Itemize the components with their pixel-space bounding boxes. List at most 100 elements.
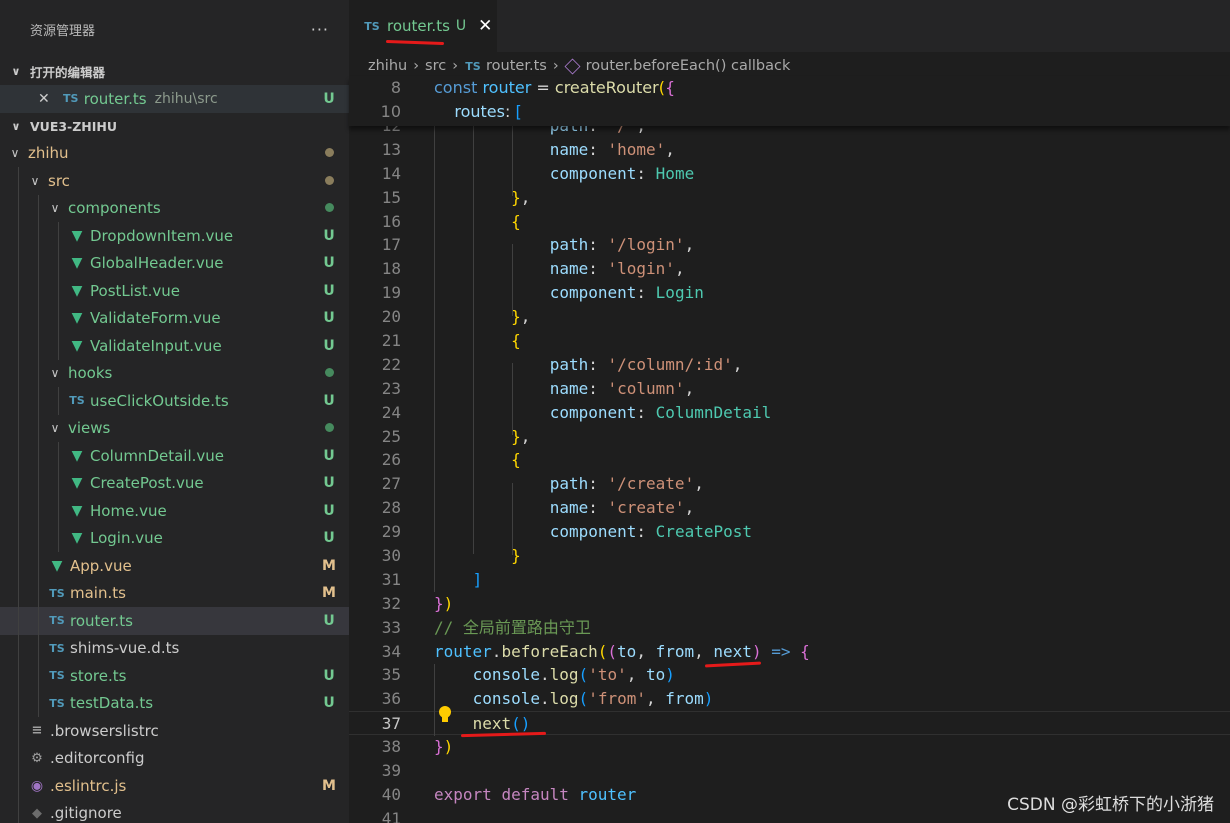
code-line[interactable]: 27 path: '/create', [349,472,1230,496]
file-item[interactable]: ≡ .browserslistrc [0,717,349,745]
code-line[interactable]: 21 { [349,329,1230,353]
project-label: VUE3-ZHIHU [30,118,118,134]
folder-item[interactable]: ∨ src [0,167,349,195]
git-status: U [323,392,335,409]
file-item[interactable]: ▼ ValidateInput.vue U [0,332,349,360]
breadcrumb-item[interactable]: zhihu [368,58,407,74]
line-number: 29 [381,522,401,542]
file-item[interactable]: TS shims-vue.d.ts [0,634,349,662]
code-line[interactable]: 33 // 全局前置路由守卫 [349,616,1230,640]
breadcrumb-item[interactable]: src [425,58,446,74]
indent-guide [38,469,39,497]
code-line[interactable]: 32}) [349,592,1230,616]
file-item[interactable]: ▼ PostList.vue U [0,277,349,305]
code-editor[interactable]: 12 path: '/',13 name: 'home',14 componen… [349,76,1230,823]
git-status: U [323,612,335,629]
indent-guide [18,717,19,745]
git-status: M [322,585,336,602]
indent-guide [18,744,19,772]
sticky-scroll[interactable]: 8 const router = createRouter({10 routes:… [349,76,1230,126]
file-item[interactable]: ▼ CreatePost.vue U [0,469,349,497]
sticky-line[interactable]: 8 const router = createRouter({ [349,76,1230,100]
code-line[interactable]: 14 component: Home [349,162,1230,186]
code-line[interactable]: 15 }, [349,186,1230,210]
open-editors-section[interactable]: ∨ 打开的编辑器 [0,58,349,85]
file-name: hooks [68,364,113,383]
code-text: component: ColumnDetail [549,402,772,422]
file-item[interactable]: ▼ Login.vue U [0,524,349,552]
file-item[interactable]: ▼ ColumnDetail.vue U [0,442,349,470]
git-status: U [323,667,335,684]
file-item[interactable]: ▼ GlobalHeader.vue U [0,249,349,277]
code-line[interactable]: 34 router.beforeEach((to, from, next) => … [349,640,1230,664]
indent-guide [473,76,474,554]
code-line[interactable]: 28 name: 'create', [349,496,1230,520]
sticky-line[interactable]: 10 routes: [ [349,100,1230,124]
file-item[interactable]: ⚙ .editorconfig [0,744,349,772]
code-line[interactable]: 18 name: 'login', [349,257,1230,281]
file-item[interactable]: ▼ App.vue M [0,552,349,580]
code-line[interactable]: 17 path: '/login', [349,233,1230,257]
breadcrumb-symbol[interactable]: router.beforeEach() callback [586,58,791,74]
close-icon[interactable]: ✕ [478,16,492,36]
line-number: 34 [381,641,401,661]
folder-item[interactable]: ∨ zhihu [0,140,349,168]
line-number: 14 [381,163,401,183]
close-icon[interactable]: ✕ [38,91,50,107]
file-item[interactable]: ▼ ValidateForm.vue U [0,304,349,332]
code-line[interactable]: 16 { [349,210,1230,234]
indent-guide [38,524,39,552]
code-line[interactable]: 23 name: 'column', [349,377,1230,401]
file-item[interactable]: ◆ .gitignore [0,799,349,823]
line-number: 23 [381,378,401,398]
file-item[interactable]: TS testData.ts U [0,689,349,717]
file-item[interactable]: ▼ Home.vue U [0,497,349,525]
file-item[interactable]: ▼ DropdownItem.vue U [0,222,349,250]
folder-item[interactable]: ∨ components [0,194,349,222]
code-line[interactable]: 30 } [349,544,1230,568]
code-line[interactable]: 22 path: '/column/:id', [349,353,1230,377]
folder-item[interactable]: ∨ views [0,414,349,442]
file-item[interactable]: ◉ .eslintrc.js M [0,772,349,800]
indent-guide [38,607,39,635]
code-text: export default router [434,784,637,804]
code-line[interactable]: 26 { [349,448,1230,472]
indent-guide [38,662,39,690]
more-actions-icon[interactable]: ··· [311,20,329,39]
indent-guide [38,304,39,332]
code-line[interactable]: 24 component: ColumnDetail [349,401,1230,425]
file-item[interactable]: TS main.ts M [0,579,349,607]
status-dot [324,423,334,433]
vue-icon: ▼ [71,502,83,519]
code-line[interactable]: 13 name: 'home', [349,138,1230,162]
line-number: 18 [381,259,401,279]
file-item[interactable]: TS useClickOutside.ts U [0,387,349,415]
code-line[interactable]: 20 }, [349,305,1230,329]
file-item[interactable]: TS store.ts U [0,662,349,690]
open-editor-item[interactable]: ✕ TS router.ts zhihu\src U [0,85,349,113]
code-line[interactable]: 37 next() [349,711,1230,736]
code-line[interactable]: 25 }, [349,425,1230,449]
code-line[interactable]: 19 component: Login [349,281,1230,305]
code-line[interactable]: 36 console.log('from', from) [349,687,1230,711]
indent-guide [18,634,19,662]
code-line[interactable]: 31 ] [349,568,1230,592]
folder-item[interactable]: ∨ hooks [0,359,349,387]
breadcrumb-item[interactable]: router.ts [486,58,547,74]
code-text: path: '/create', [549,474,704,494]
line-number: 15 [381,187,401,207]
project-section[interactable]: ∨ VUE3-ZHIHU [0,113,349,140]
file-item[interactable]: TS router.ts U [0,607,349,635]
code-line[interactable]: 38}) [349,735,1230,759]
file-name: ColumnDetail.vue [90,446,225,465]
line-number: 8 [390,78,401,97]
code-text: { [511,211,521,231]
file-name: CreatePost.vue [90,474,204,493]
lightbulb-icon[interactable] [438,706,452,724]
file-name: shims-vue.d.ts [70,639,180,658]
chevron-down-icon: ∨ [50,366,60,381]
code-line[interactable]: 39 [349,759,1230,783]
code-line[interactable]: 29 component: CreatePost [349,520,1230,544]
code-line[interactable]: 35 console.log('to', to) [349,663,1230,687]
indent-guide [512,244,513,316]
